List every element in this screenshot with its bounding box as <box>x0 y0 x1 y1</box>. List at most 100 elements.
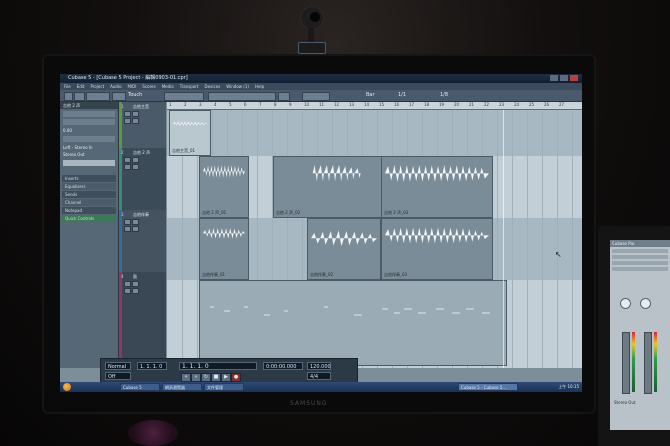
forward-button[interactable]: » <box>191 373 201 382</box>
laptop-window-title[interactable]: Cubase Pro <box>610 240 670 247</box>
audio-event[interactable]: 吉他 2 声_01 <box>199 156 249 218</box>
record-button[interactable]: ● <box>231 373 241 382</box>
audio-event[interactable]: 吉他主音_01 <box>169 110 211 156</box>
close-button[interactable] <box>570 75 578 81</box>
inspector-pan[interactable] <box>63 136 115 142</box>
mute-button[interactable] <box>124 281 131 287</box>
inspector-track-name[interactable]: 吉他 2 声 <box>60 102 118 109</box>
mute-button[interactable] <box>124 111 131 117</box>
menu-midi[interactable]: MIDI <box>128 83 137 90</box>
secondary-time-display[interactable]: 0:00:00.000 <box>263 362 303 370</box>
inspector-section-notepad[interactable]: Notepad <box>62 207 116 214</box>
mute-button[interactable] <box>124 157 131 163</box>
track-name[interactable]: 吉他主音 <box>133 104 149 110</box>
maximize-button[interactable] <box>560 75 568 81</box>
taskbar-item[interactable]: 文件管理 <box>204 383 244 391</box>
play-button[interactable]: ▶ <box>221 373 231 382</box>
track-row[interactable]: 4 鼓 <box>119 272 166 369</box>
tempo-display[interactable]: 120.000 <box>307 362 331 370</box>
automation-mode-label[interactable]: Touch <box>128 91 142 100</box>
inspector-volume[interactable] <box>63 119 115 125</box>
monitor-button[interactable] <box>132 164 139 170</box>
audio-event[interactable]: 吉他 2 声_02 <box>273 156 383 218</box>
pan-knob[interactable] <box>620 298 631 309</box>
menu-edit[interactable]: Edit <box>77 83 85 90</box>
activate-project-button[interactable] <box>64 92 73 101</box>
record-mode-button[interactable] <box>112 92 126 101</box>
track-name[interactable]: 吉他 2 声 <box>133 150 150 156</box>
solo-button[interactable] <box>132 281 139 287</box>
constrain-button[interactable] <box>74 92 85 101</box>
record-arm-button[interactable] <box>124 288 131 294</box>
transport-mode[interactable]: Normal <box>105 362 131 370</box>
taskbar-item[interactable]: 網頁瀏覽器 <box>162 383 202 391</box>
taskbar-item-active[interactable]: Cubase 5 - Cubase 5... <box>458 383 518 391</box>
inspector-field[interactable] <box>63 160 115 166</box>
snap-button[interactable] <box>278 92 290 101</box>
primary-time-display[interactable]: 1. 1. 1. 0 <box>179 362 257 370</box>
stop-button[interactable]: ■ <box>211 373 221 382</box>
playhead[interactable] <box>503 110 504 368</box>
menu-file[interactable]: File <box>64 83 71 90</box>
start-button[interactable] <box>63 383 71 391</box>
menu-audio[interactable]: Audio <box>110 83 121 90</box>
menu-transport[interactable]: Transport <box>180 83 199 90</box>
inspector-section-inserts[interactable]: Inserts <box>62 175 116 182</box>
quantize-select[interactable]: 1/1 <box>398 91 406 100</box>
minimize-button[interactable] <box>550 75 558 81</box>
left-locator[interactable]: 1. 1. 1. 0 <box>137 362 167 370</box>
track-name[interactable]: 鼓 <box>133 274 137 280</box>
ruler-mark: 20 <box>454 102 460 107</box>
solo-button[interactable] <box>132 111 139 117</box>
cycle-button[interactable]: ↻ <box>201 373 211 382</box>
menu-help[interactable]: Help <box>255 83 264 90</box>
monitor-button[interactable] <box>132 118 139 124</box>
tool-buttons[interactable] <box>164 92 204 101</box>
menu-scores[interactable]: Scores <box>142 83 155 90</box>
record-arm-button[interactable] <box>124 118 131 124</box>
grid-type-select[interactable]: Bar <box>366 91 375 100</box>
arrange-window[interactable]: 吉他主音_01 吉他 2 声_01 吉他 2 声_02 吉他 2 声_03 吉他… <box>167 110 582 368</box>
snap-type-select[interactable] <box>302 92 330 101</box>
window-titlebar[interactable]: Cubase 5 - [Cubase 5 Project - 編輯0903-01… <box>60 74 582 83</box>
inspector-buttons-row[interactable] <box>63 111 115 117</box>
audio-event[interactable]: 吉他伴奏_01 <box>199 218 249 280</box>
taskbar-item[interactable]: Cubase 5 <box>120 383 160 391</box>
transport-mini[interactable] <box>86 92 110 101</box>
drum-part[interactable]: 吉他伴奏_04 <box>199 280 507 366</box>
monitor-button[interactable] <box>132 288 139 294</box>
inspector-section-equalizers[interactable]: Equalizers <box>62 183 116 190</box>
track-name[interactable]: 吉他伴奏 <box>133 212 149 218</box>
signature-display[interactable]: 4/4 <box>307 372 331 380</box>
audio-event[interactable]: 吉他 2 声_03 <box>381 156 493 218</box>
solo-button[interactable] <box>132 219 139 225</box>
length-select[interactable]: 1/8 <box>440 91 448 100</box>
channel-fader[interactable] <box>622 332 630 394</box>
menu-window[interactable]: Window (1) <box>226 83 249 90</box>
audio-event[interactable]: 吉他伴奏_03 <box>381 218 493 280</box>
rewind-button[interactable]: « <box>181 373 191 382</box>
track-row[interactable]: 3 吉他伴奏 <box>119 210 166 273</box>
track-row[interactable]: 1 吉他主音 <box>119 102 166 149</box>
menu-project[interactable]: Project <box>90 83 104 90</box>
track-row[interactable]: 2 吉他 2 声 <box>119 148 166 211</box>
timeline-ruler[interactable]: 1 2 3 4 5 6 7 8 9 10 11 12 13 14 15 16 1… <box>167 102 582 110</box>
pan-knob[interactable] <box>640 298 651 309</box>
channel-fader[interactable] <box>644 332 652 394</box>
monitor-button[interactable] <box>132 226 139 232</box>
inspector-section-channel[interactable]: Channel <box>62 199 116 206</box>
audio-event[interactable]: 吉他伴奏_02 <box>307 218 381 280</box>
editing-tools[interactable] <box>208 92 276 101</box>
menu-media[interactable]: Media <box>162 83 174 90</box>
inspector-output-routing[interactable]: Stereo Out <box>60 151 118 158</box>
record-arm-button[interactable] <box>124 226 131 232</box>
inspector-section-sends[interactable]: Sends <box>62 191 116 198</box>
inspector-input-routing[interactable]: Left - Stereo In <box>60 144 118 151</box>
menu-devices[interactable]: Devices <box>205 83 221 90</box>
solo-button[interactable] <box>132 157 139 163</box>
mute-button[interactable] <box>124 219 131 225</box>
record-arm-button[interactable] <box>124 164 131 170</box>
inspector-section-quick-controls[interactable]: Quick Controls <box>62 215 116 222</box>
track-lane[interactable] <box>167 110 582 157</box>
transport-sync[interactable]: Off <box>105 372 131 380</box>
